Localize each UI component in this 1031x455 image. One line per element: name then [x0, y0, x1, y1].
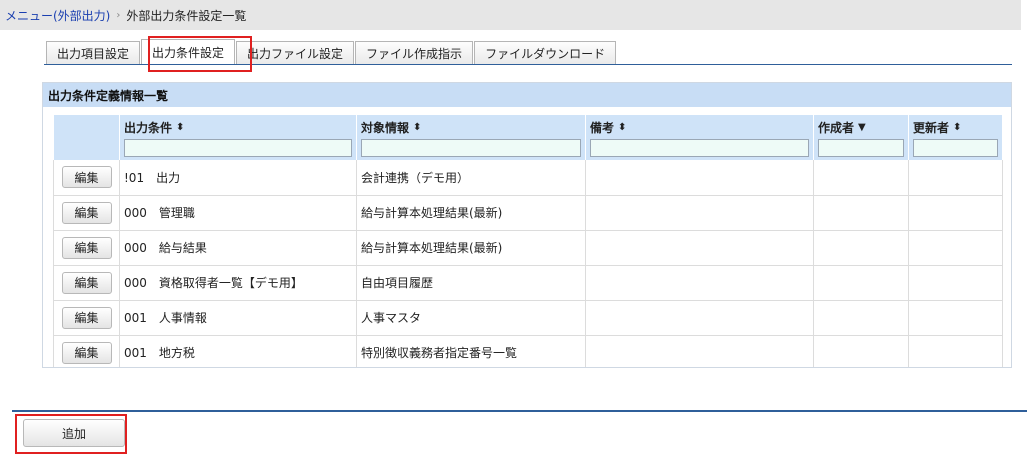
cell-target: 自由項目履歴 [356, 265, 586, 301]
cell-condition: 001 地方税 [119, 335, 357, 367]
tab-divider [44, 64, 1012, 65]
cell-condition: 000 給与結果 [119, 230, 357, 266]
cell-updater [908, 265, 1003, 301]
edit-button[interactable]: 編集 [61, 341, 112, 364]
cell-condition: 000 資格取得者一覧【デモ用】 [119, 265, 357, 301]
sort-icon[interactable]: ⬍ [413, 122, 421, 133]
header-condition: 出力条件 ⬍ [119, 115, 357, 160]
header-edit [53, 115, 120, 160]
cell-creator [813, 335, 909, 367]
table-row: 編集 !01 出力 会計連携（デモ用） [53, 160, 1003, 196]
cell-note [585, 265, 814, 301]
panel-title: 出力条件定義情報一覧 [43, 83, 1011, 107]
sort-desc-icon[interactable]: ▼ [858, 122, 866, 133]
chevron-right-icon: › [116, 9, 121, 21]
cell-note [585, 300, 814, 336]
cell-note [585, 195, 814, 231]
breadcrumb-menu-link[interactable]: メニュー(外部出力) [5, 7, 110, 24]
tab-output-items[interactable]: 出力項目設定 [46, 41, 141, 65]
header-updater-label[interactable]: 更新者 [913, 119, 949, 136]
tab-file-creation[interactable]: ファイル作成指示 [355, 41, 474, 65]
cell-updater [908, 195, 1003, 231]
table-row: 編集 001 人事情報 人事マスタ [53, 300, 1003, 336]
tab-output-conditions[interactable]: 出力条件設定 [141, 39, 236, 65]
cell-condition: 001 人事情報 [119, 300, 357, 336]
table-header-row: 出力条件 ⬍ 対象情報 ⬍ 備考 ⬍ 作成者 ▼ 更新者 ⬍ [53, 115, 1003, 160]
header-target-label[interactable]: 対象情報 [361, 119, 409, 136]
sort-icon[interactable]: ⬍ [953, 122, 961, 133]
tab-bar: 出力項目設定 出力条件設定 出力ファイル設定 ファイル作成指示 ファイルダウンロ… [46, 39, 617, 65]
cell-note [585, 230, 814, 266]
filter-target-input[interactable] [361, 139, 581, 157]
table-row: 編集 000 管理職 給与計算本処理結果(最新) [53, 195, 1003, 231]
cell-updater [908, 230, 1003, 266]
header-creator-label[interactable]: 作成者 [818, 119, 854, 136]
edit-button[interactable]: 編集 [61, 306, 112, 329]
page-title: 外部出力条件設定一覧 [126, 8, 247, 23]
cell-target: 会計連携（デモ用） [356, 160, 586, 196]
condition-table: 出力条件 ⬍ 対象情報 ⬍ 備考 ⬍ 作成者 ▼ 更新者 ⬍ 編集 !01 出力… [53, 115, 1003, 367]
filter-note-input[interactable] [590, 139, 809, 157]
cell-target: 給与計算本処理結果(最新) [356, 230, 586, 266]
cell-target: 人事マスタ [356, 300, 586, 336]
cell-creator [813, 160, 909, 196]
cell-creator [813, 265, 909, 301]
table-row: 編集 000 給与結果 給与計算本処理結果(最新) [53, 230, 1003, 266]
filter-creator-input[interactable] [818, 139, 904, 157]
cell-creator [813, 195, 909, 231]
add-button[interactable]: 追加 [23, 419, 125, 447]
cell-updater [908, 300, 1003, 336]
edit-button[interactable]: 編集 [61, 166, 112, 189]
cell-target: 給与計算本処理結果(最新) [356, 195, 586, 231]
header-updater: 更新者 ⬍ [908, 115, 1003, 160]
tab-file-download[interactable]: ファイルダウンロード [474, 41, 617, 65]
cell-condition: 000 管理職 [119, 195, 357, 231]
cell-updater [908, 160, 1003, 196]
edit-button[interactable]: 編集 [61, 201, 112, 224]
header-creator: 作成者 ▼ [813, 115, 909, 160]
header-target: 対象情報 ⬍ [356, 115, 586, 160]
footer-divider [12, 410, 1027, 412]
header-note-label[interactable]: 備考 [590, 119, 614, 136]
filter-condition-input[interactable] [124, 139, 352, 157]
header-note: 備考 ⬍ [585, 115, 814, 160]
cell-creator [813, 230, 909, 266]
edit-button[interactable]: 編集 [61, 271, 112, 294]
header-condition-label[interactable]: 出力条件 [124, 119, 172, 136]
tab-output-file-settings[interactable]: 出力ファイル設定 [236, 41, 355, 65]
cell-target: 特別徴収義務者指定番号一覧 [356, 335, 586, 367]
cell-condition: !01 出力 [119, 160, 357, 196]
sort-icon[interactable]: ⬍ [618, 122, 626, 133]
sort-icon[interactable]: ⬍ [176, 122, 184, 133]
cell-creator [813, 300, 909, 336]
condition-list-panel: 出力条件定義情報一覧 出力条件 ⬍ 対象情報 ⬍ 備考 ⬍ 作成者 ▼ 更新者 … [42, 82, 1012, 368]
filter-updater-input[interactable] [913, 139, 998, 157]
cell-note [585, 335, 814, 367]
table-row: 編集 001 地方税 特別徴収義務者指定番号一覧 [53, 335, 1003, 367]
table-row: 編集 000 資格取得者一覧【デモ用】 自由項目履歴 [53, 265, 1003, 301]
edit-button[interactable]: 編集 [61, 236, 112, 259]
cell-note [585, 160, 814, 196]
cell-updater [908, 335, 1003, 367]
breadcrumb: メニュー(外部出力) › 外部出力条件設定一覧 [0, 0, 1021, 30]
